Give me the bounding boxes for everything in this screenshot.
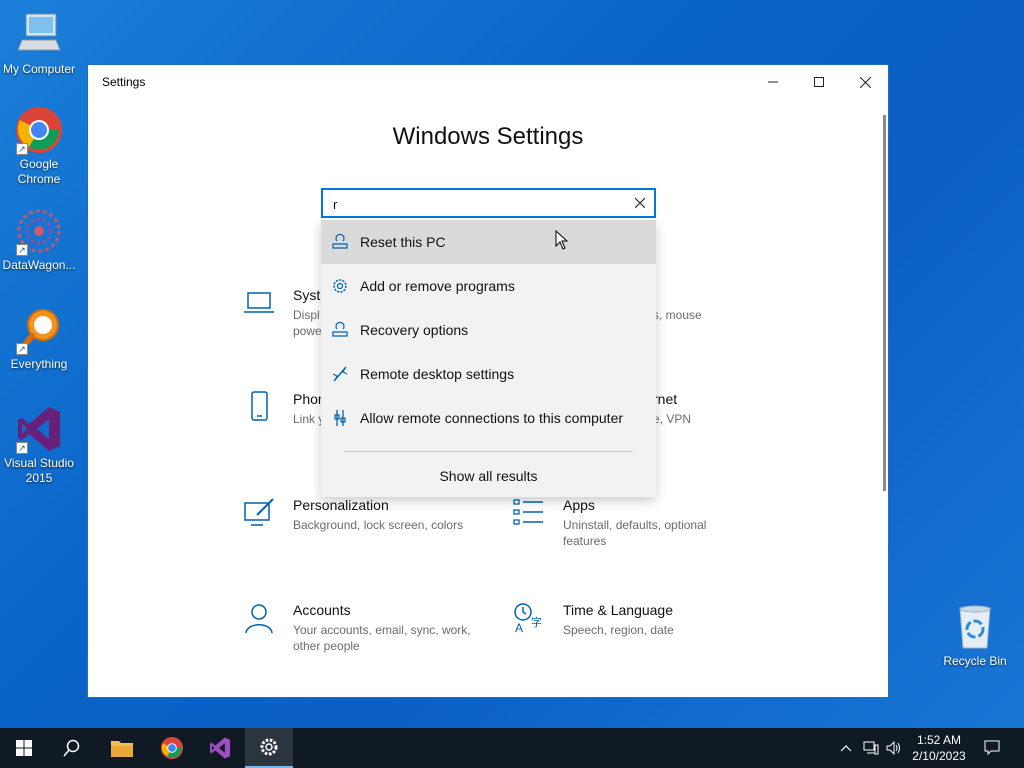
close-button[interactable] xyxy=(842,65,888,99)
mouse-cursor-icon xyxy=(555,230,569,250)
clock[interactable]: 1:52 AM 2/10/2023 xyxy=(906,732,972,764)
category-name: rnet xyxy=(653,391,678,407)
desktop-icon-label: DataWagon... xyxy=(2,258,76,272)
minimize-icon xyxy=(768,81,778,83)
category-description: e, VPN xyxy=(653,412,692,426)
desktop-icon-label: Google Chrome xyxy=(17,157,61,186)
svg-text:A: A xyxy=(515,621,523,634)
search-input[interactable] xyxy=(333,194,623,214)
maximize-button[interactable] xyxy=(796,65,842,99)
network-button[interactable] xyxy=(860,728,882,768)
suggestion-remote-desktop-settings[interactable]: Remote desktop settings xyxy=(321,352,656,396)
volume-icon xyxy=(886,741,900,755)
suggestion-add-remove-programs[interactable]: Add or remove programs xyxy=(321,264,656,308)
close-icon xyxy=(634,197,646,209)
suggestion-label: Allow remote connections to this compute… xyxy=(360,410,624,426)
maximize-icon xyxy=(814,77,824,87)
clock-date: 2/10/2023 xyxy=(912,749,966,763)
desktop-icon-google-chrome[interactable]: ↗ Google Chrome xyxy=(0,105,78,187)
suggestion-label: Remote desktop settings xyxy=(360,366,515,382)
taskbar-settings[interactable] xyxy=(245,728,293,768)
time-language-icon: A 字 xyxy=(514,603,542,634)
search-box[interactable] xyxy=(321,188,656,218)
divider xyxy=(344,451,633,452)
suggestion-label: Reset this PC xyxy=(360,234,446,250)
search-suggestions: Reset this PC Add or remove programs Rec… xyxy=(321,220,656,497)
window-title: Settings xyxy=(102,75,146,89)
taskbar-chrome[interactable] xyxy=(148,728,196,768)
start-button[interactable] xyxy=(0,728,48,768)
action-center-button[interactable] xyxy=(974,728,1010,768)
datawagon-icon: ↗ xyxy=(14,206,64,256)
everything-icon: ↗ xyxy=(14,305,64,355)
taskbar-visual-studio[interactable] xyxy=(196,728,244,768)
reset-pc-icon xyxy=(332,233,348,249)
clock-time: 1:52 AM xyxy=(916,733,962,747)
search-icon xyxy=(63,739,80,757)
apps-icon xyxy=(513,499,543,525)
category-description: Your accounts, email, sync, work, other … xyxy=(293,623,471,653)
network-icon xyxy=(863,741,879,755)
desktop-icon-recycle-bin[interactable]: Recycle Bin xyxy=(936,602,1014,669)
suggestion-reset-this-pc[interactable]: Reset this PC xyxy=(321,220,656,264)
gear-icon xyxy=(333,279,347,293)
category-description: s, mouse xyxy=(653,308,702,322)
category-description: Uninstall, defaults, optional features xyxy=(563,518,707,548)
desktop-icon-datawagon[interactable]: ↗ DataWagon... xyxy=(0,206,78,273)
chrome-icon: ↗ xyxy=(14,105,64,155)
desktop-icon-label: Visual Studio 2015 xyxy=(4,456,74,485)
suggestion-label: Recovery options xyxy=(360,322,469,338)
recycle-bin-icon xyxy=(950,602,1000,652)
computer-icon xyxy=(14,10,64,60)
visual-studio-icon xyxy=(209,737,231,759)
settings-window: Settings Windows Settings Syste Displ po… xyxy=(87,64,889,698)
suggestion-label: Add or remove programs xyxy=(360,278,515,294)
personalization-icon xyxy=(244,498,274,526)
start-icon xyxy=(16,740,32,756)
desktop-icon-label: My Computer xyxy=(2,62,76,76)
phone-icon xyxy=(251,391,268,421)
minimize-button[interactable] xyxy=(750,65,796,99)
chrome-icon xyxy=(160,736,184,760)
person-icon xyxy=(245,604,273,634)
category-name: Apps xyxy=(563,497,595,513)
category-description: Speech, region, date xyxy=(563,623,674,637)
desktop-icon-everything[interactable]: ↗ Everything xyxy=(0,305,78,372)
desktop-icon-label: Recycle Bin xyxy=(943,654,1007,668)
title-bar[interactable]: Settings xyxy=(88,65,888,99)
taskbar: 1:52 AM 2/10/2023 xyxy=(0,728,1024,768)
taskbar-search-button[interactable] xyxy=(48,728,96,768)
scrollbar[interactable] xyxy=(883,115,886,491)
desktop-icon-visual-studio[interactable]: ↗ Visual Studio 2015 xyxy=(0,404,78,486)
svg-text:字: 字 xyxy=(531,615,542,629)
show-hidden-icons-button[interactable] xyxy=(836,728,856,768)
clear-search-button[interactable] xyxy=(632,195,648,211)
suggestion-allow-remote-connections[interactable]: Allow remote connections to this compute… xyxy=(321,396,656,440)
show-all-results-link[interactable]: Show all results xyxy=(321,468,656,484)
taskbar-file-explorer[interactable] xyxy=(98,728,146,768)
suggestion-recovery-options[interactable]: Recovery options xyxy=(321,308,656,352)
page-title: Windows Settings xyxy=(392,123,584,150)
close-icon xyxy=(859,76,871,88)
category-description: Background, lock screen, colors xyxy=(293,518,464,532)
remote-desktop-icon xyxy=(332,366,348,382)
chevron-up-icon xyxy=(840,745,852,752)
volume-button[interactable] xyxy=(883,728,905,768)
visual-studio-icon: ↗ xyxy=(14,404,64,454)
category-name: Accounts xyxy=(293,602,351,618)
file-explorer-icon xyxy=(111,741,133,757)
laptop-icon xyxy=(244,292,274,313)
remote-connection-icon xyxy=(334,410,346,426)
notification-icon xyxy=(984,740,1000,756)
desktop-icon-my-computer[interactable]: My Computer xyxy=(0,10,78,77)
category-name: Time & Language xyxy=(563,602,673,618)
recovery-icon xyxy=(332,321,348,337)
desktop-icon-label: Everything xyxy=(10,357,68,371)
category-name: Personalization xyxy=(293,497,389,513)
settings-icon xyxy=(260,738,278,756)
